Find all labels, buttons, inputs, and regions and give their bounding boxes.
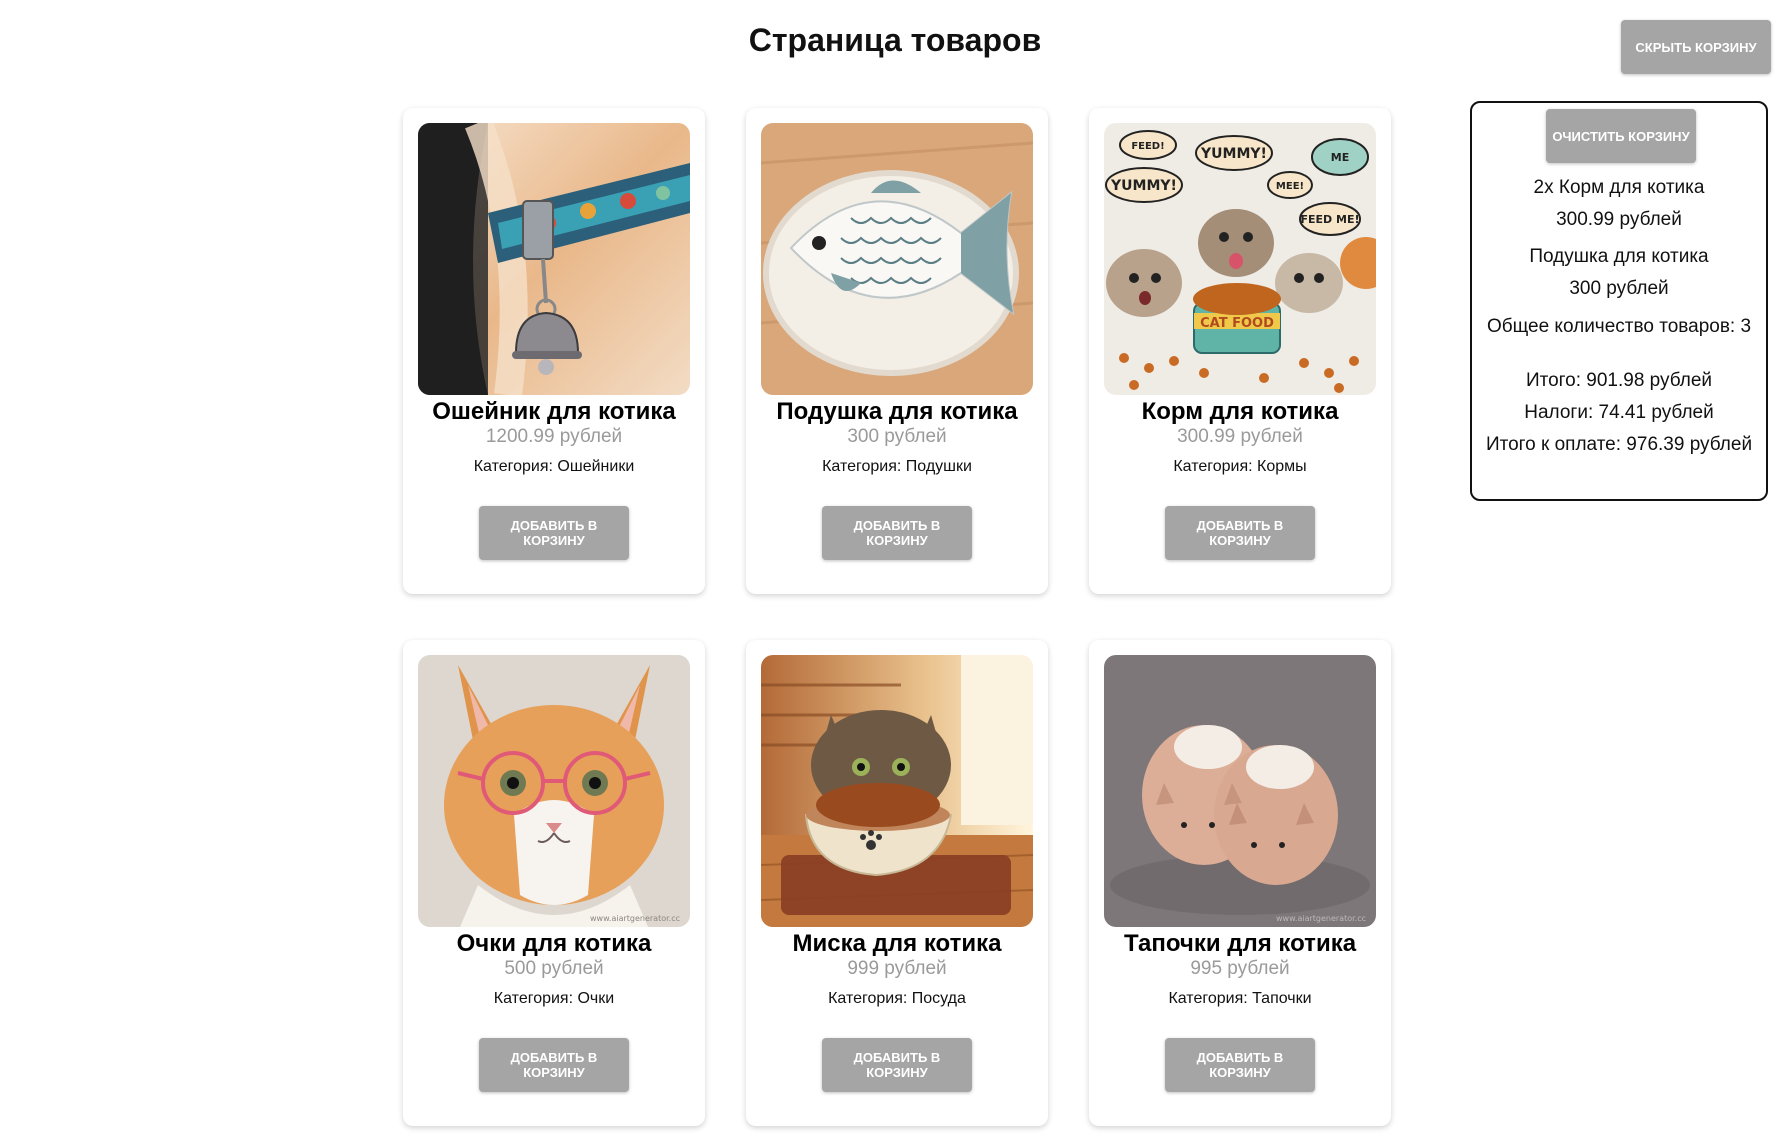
cat-collar-image bbox=[418, 123, 690, 395]
cat-glasses-image: www.aiartgenerator.cc bbox=[418, 655, 690, 927]
product-price: 500 рублей bbox=[504, 958, 604, 979]
product-category: Категория: Подушки bbox=[822, 458, 972, 475]
product-category: Категория: Очки bbox=[493, 990, 615, 1007]
add-to-cart-button[interactable]: Добавить в корзину bbox=[822, 506, 972, 560]
cart-taxes: Налоги: 74.41 рублей bbox=[1524, 402, 1714, 423]
product-name: Ошейник для котика bbox=[432, 398, 676, 425]
product-name: Корм для котика bbox=[1141, 398, 1339, 425]
svg-text:www.aiartgenerator.cc: www.aiartgenerator.cc bbox=[1276, 914, 1366, 923]
product-category: Категория: Посуда bbox=[828, 990, 966, 1007]
product-image: www.aiartgenerator.cc bbox=[1104, 655, 1376, 927]
svg-text:CAT FOOD: CAT FOOD bbox=[1200, 316, 1274, 331]
cart-item-price: 300.99 рублей bbox=[1556, 209, 1682, 230]
product-price: 995 рублей bbox=[1190, 958, 1290, 979]
product-category: Категория: Ошейники bbox=[473, 458, 635, 475]
product-name: Миска для котика bbox=[792, 930, 1002, 957]
cart-grand-total: Итого к оплате: 976.39 рублей bbox=[1485, 434, 1753, 455]
cat-food-image: FEED! YUMMY! ME YUMMY! MEE! FEED ME! CAT… bbox=[1104, 123, 1376, 395]
products-page: Страница товаров Скрыть корзину bbox=[0, 0, 1782, 1139]
product-image bbox=[761, 655, 1033, 927]
cat-bowl-image bbox=[761, 655, 1033, 927]
page-title: Страница товаров bbox=[748, 22, 1042, 58]
svg-text:www.aiartgenerator.cc: www.aiartgenerator.cc bbox=[590, 914, 680, 923]
svg-text:ME: ME bbox=[1331, 151, 1349, 164]
product-price: 300.99 рублей bbox=[1177, 426, 1303, 447]
clear-cart-button[interactable]: Очистить корзину bbox=[1546, 109, 1696, 163]
svg-text:FEED ME!: FEED ME! bbox=[1301, 213, 1360, 226]
product-name: Подушка для котика bbox=[776, 398, 1018, 425]
svg-text:MEE!: MEE! bbox=[1276, 181, 1304, 192]
svg-text:YUMMY!: YUMMY! bbox=[1110, 178, 1177, 194]
product-card: Миска для котика 999 рублей Категория: П… bbox=[746, 640, 1048, 1126]
product-card: Подушка для котика 300 рублей Категория:… bbox=[746, 108, 1048, 594]
product-image bbox=[418, 123, 690, 395]
product-image: FEED! YUMMY! ME YUMMY! MEE! FEED ME! CAT… bbox=[1104, 123, 1376, 395]
fish-pillow-image bbox=[761, 123, 1033, 395]
add-to-cart-button[interactable]: Добавить в корзину bbox=[822, 1038, 972, 1092]
cart-panel: Очистить корзину 2x Корм для котика 300.… bbox=[1470, 101, 1768, 501]
cart-subtotal: Итого: 901.98 рублей bbox=[1525, 370, 1713, 391]
product-category: Категория: Кормы bbox=[1173, 458, 1307, 475]
product-category: Категория: Тапочки bbox=[1168, 990, 1312, 1007]
cart-item-price: 300 рублей bbox=[1569, 278, 1669, 299]
product-name: Очки для котика bbox=[456, 930, 652, 957]
cart-item-label: Подушка для котика bbox=[1529, 246, 1709, 267]
product-image: www.aiartgenerator.cc bbox=[418, 655, 690, 927]
cart-total-count: Общее количество товаров: 3 bbox=[1486, 316, 1752, 337]
product-image bbox=[761, 123, 1033, 395]
product-card: Ошейник для котика 1200.99 рублей Катего… bbox=[403, 108, 705, 594]
svg-text:FEED!: FEED! bbox=[1131, 141, 1164, 152]
product-card: www.aiartgenerator.cc Тапочки для котика… bbox=[1089, 640, 1391, 1126]
add-to-cart-button[interactable]: Добавить в корзину bbox=[1165, 1038, 1315, 1092]
cart-item-label: 2x Корм для котика bbox=[1533, 177, 1705, 198]
product-card: FEED! YUMMY! ME YUMMY! MEE! FEED ME! CAT… bbox=[1089, 108, 1391, 594]
product-price: 1200.99 рублей bbox=[485, 426, 623, 447]
add-to-cart-button[interactable]: Добавить в корзину bbox=[1165, 506, 1315, 560]
hide-cart-button[interactable]: Скрыть корзину bbox=[1621, 20, 1771, 74]
product-price: 300 рублей bbox=[847, 426, 947, 447]
product-card: www.aiartgenerator.cc Очки для котика 50… bbox=[403, 640, 705, 1126]
cat-slippers-image: www.aiartgenerator.cc bbox=[1104, 655, 1376, 927]
product-price: 999 рублей bbox=[847, 958, 947, 979]
svg-text:YUMMY!: YUMMY! bbox=[1200, 146, 1267, 162]
add-to-cart-button[interactable]: Добавить в корзину bbox=[479, 506, 629, 560]
product-name: Тапочки для котика bbox=[1123, 930, 1357, 957]
add-to-cart-button[interactable]: Добавить в корзину bbox=[479, 1038, 629, 1092]
